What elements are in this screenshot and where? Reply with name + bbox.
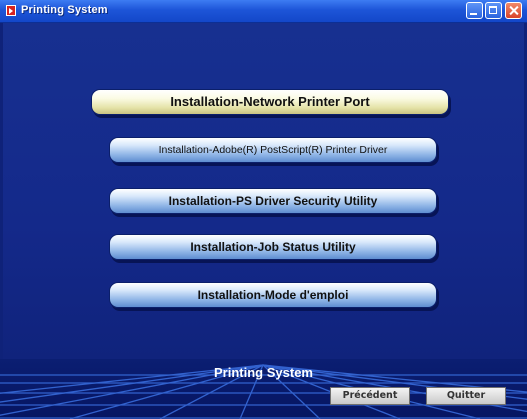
title-bar[interactable]: Printing System: [0, 0, 527, 23]
minimize-icon[interactable]: [466, 2, 483, 19]
install-job-status-button[interactable]: Installation-Job Status Utility: [109, 234, 437, 260]
main-window: Printing System Installation-Network Pri…: [0, 0, 527, 419]
menu-panel: Installation-Network Printer Port Instal…: [3, 23, 524, 359]
maximize-icon[interactable]: [485, 2, 502, 19]
install-mode-emploi-button[interactable]: Installation-Mode d'emploi: [109, 282, 437, 308]
footer-title: Printing System: [214, 365, 313, 380]
close-icon[interactable]: [505, 2, 522, 19]
install-ps-driver-security-button[interactable]: Installation-PS Driver Security Utility: [109, 188, 437, 214]
app-icon: [6, 5, 16, 16]
window-title: Printing System: [21, 4, 108, 16]
quit-button[interactable]: Quitter: [426, 387, 506, 405]
footer-bar: Printing System Précédent Quitter: [0, 359, 527, 419]
install-network-printer-port-button[interactable]: Installation-Network Printer Port: [91, 89, 449, 115]
install-postscript-driver-button[interactable]: Installation-Adobe(R) PostScript(R) Prin…: [109, 137, 437, 163]
previous-button[interactable]: Précédent: [330, 387, 410, 405]
